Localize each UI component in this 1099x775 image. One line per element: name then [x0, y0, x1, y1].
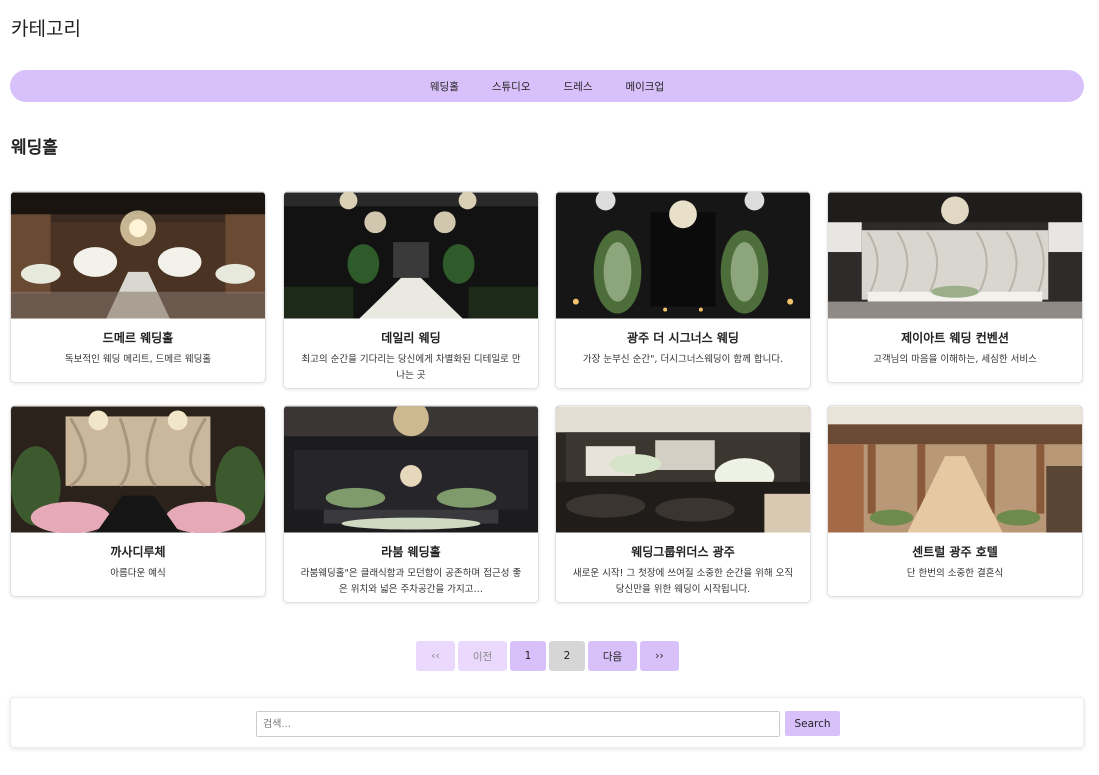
category-nav: 웨딩홀 스튜디오 드레스 메이크업: [10, 70, 1084, 102]
venue-photo: [284, 406, 538, 533]
venue-title: 웨딩그룹위더스 광주: [631, 545, 735, 559]
venue-title: 까사디루체: [110, 545, 166, 559]
venue-photo: [284, 192, 538, 319]
venue-description: 최고의 순간을 기다리는 당신에게 차별화된 디테일로 만나는 곳: [301, 354, 521, 381]
venue-card[interactable]: 광주 더 시그너스 웨딩 가장 눈부신 순간", 더시그너스웨딩이 함께 합니다…: [555, 191, 811, 389]
venue-title: 광주 더 시그너스 웨딩: [627, 331, 739, 345]
venue-photo: [828, 406, 1082, 533]
venue-photo: [11, 192, 265, 319]
venue-description: 가장 눈부신 순간", 더시그너스웨딩이 함께 합니다.: [582, 354, 784, 365]
venue-description: 아름다운 예식: [110, 568, 166, 579]
search-button[interactable]: Search: [785, 711, 840, 736]
venue-photo: [828, 192, 1082, 319]
page-2-button[interactable]: 2: [549, 641, 585, 671]
venue-card[interactable]: 웨딩그룹위더스 광주 새로운 시작! 그 첫장에 쓰여질 소중한 순간을 위해 …: [555, 405, 811, 603]
venue-card[interactable]: 제이아트 웨딩 컨벤션 고객님의 마음을 이해하는, 세심한 서비스: [827, 191, 1083, 383]
last-page-button[interactable]: ››: [640, 641, 679, 671]
nav-item-studio[interactable]: 스튜디오: [492, 79, 531, 94]
next-page-button[interactable]: 다음: [588, 641, 637, 671]
nav-item-wedding-hall[interactable]: 웨딩홀: [430, 79, 459, 94]
search-panel: Search: [10, 697, 1084, 748]
venue-description: 라붐웨딩홀"은 클래식함과 모던함이 공존하며 접근성 좋은 위치와 넓은 주차…: [300, 568, 522, 595]
venue-photo: [556, 192, 810, 319]
venue-card[interactable]: 센트럴 광주 호텔 단 한번의 소중한 결혼식: [827, 405, 1083, 597]
first-page-button[interactable]: ‹‹: [416, 641, 455, 671]
page-1-button[interactable]: 1: [510, 641, 546, 671]
venue-card[interactable]: 드메르 웨딩홀 독보적인 웨딩 메리트, 드메르 웨딩홀: [10, 191, 266, 383]
nav-item-makeup[interactable]: 메이크업: [625, 79, 664, 94]
venue-description: 고객님의 마음을 이해하는, 세심한 서비스: [873, 354, 1037, 365]
nav-item-dress[interactable]: 드레스: [564, 79, 593, 94]
venue-photo: [556, 406, 810, 533]
venue-title: 데일리 웨딩: [381, 331, 441, 345]
page-title: 카테고리: [11, 18, 81, 40]
venue-description: 단 한번의 소중한 결혼식: [906, 568, 1004, 579]
section-title: 웨딩홀: [11, 138, 58, 158]
pagination: ‹‹ 이전 1 2 다음 ››: [416, 641, 679, 671]
venue-title: 라붐 웨딩홀: [381, 545, 441, 559]
search-input[interactable]: [256, 711, 780, 737]
venue-photo: [11, 406, 265, 533]
venue-card[interactable]: 데일리 웨딩 최고의 순간을 기다리는 당신에게 차별화된 디테일로 만나는 곳: [283, 191, 539, 389]
venue-title: 드메르 웨딩홀: [102, 331, 174, 345]
venue-description: 독보적인 웨딩 메리트, 드메르 웨딩홀: [64, 354, 212, 365]
prev-page-button[interactable]: 이전: [458, 641, 507, 671]
venue-title: 제이아트 웨딩 컨벤션: [901, 331, 1009, 345]
venue-card[interactable]: 라붐 웨딩홀 라붐웨딩홀"은 클래식함과 모던함이 공존하며 접근성 좋은 위치…: [283, 405, 539, 603]
venue-card[interactable]: 까사디루체 아름다운 예식: [10, 405, 266, 597]
venue-description: 새로운 시작! 그 첫장에 쓰여질 소중한 순간을 위해 오직 당신만을 위한 …: [572, 568, 794, 595]
venue-title: 센트럴 광주 호텔: [912, 545, 998, 559]
